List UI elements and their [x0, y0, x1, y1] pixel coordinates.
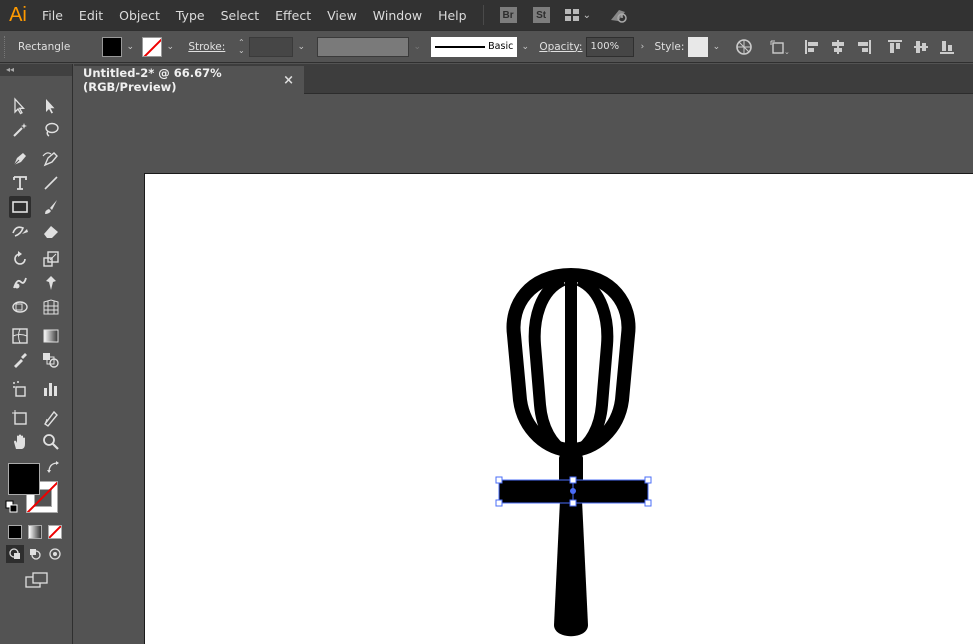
slice-icon[interactable] [40, 407, 62, 429]
opacity-field[interactable]: 100% [586, 36, 635, 57]
document-tab[interactable]: Untitled-2* @ 66.67% (RGB/Preview) × [74, 66, 304, 94]
brush-definition[interactable]: Basic [431, 36, 518, 57]
gradient-icon[interactable] [40, 325, 62, 347]
menu-select[interactable]: Select [213, 0, 268, 30]
curvature-icon[interactable] [40, 148, 62, 170]
svg-text:⌄: ⌄ [784, 48, 789, 56]
opacity-label[interactable]: Opacity: [539, 41, 582, 53]
fill-swatch[interactable] [102, 36, 123, 57]
bridge-button[interactable]: Br [499, 7, 517, 23]
align-middle-icon[interactable] [911, 37, 931, 57]
stroke-label[interactable]: Stroke: [188, 41, 225, 53]
default-fill-stroke-icon[interactable] [5, 500, 19, 514]
document-tab-bar: Untitled-2* @ 66.67% (RGB/Preview) × [74, 64, 973, 94]
chevron-down-icon[interactable]: ⌄ [122, 37, 138, 57]
stroke-swatch[interactable] [142, 36, 163, 57]
chevron-down-icon[interactable]: ⌄ [708, 37, 724, 57]
artboard-icon[interactable] [9, 407, 31, 429]
column-graph-icon[interactable] [40, 378, 62, 400]
chevron-down-icon: ⌄ [582, 9, 591, 21]
align-top-icon[interactable] [885, 37, 905, 57]
chevron-right-icon[interactable]: › [634, 37, 650, 57]
menu-type[interactable]: Type [168, 0, 213, 30]
chevron-down-icon[interactable]: ⌄ [162, 37, 178, 57]
brush-name: Basic [488, 41, 514, 52]
line-segment-icon[interactable] [40, 172, 62, 194]
recolor-artwork-icon[interactable] [734, 37, 754, 57]
shaper-icon[interactable] [9, 220, 31, 242]
screen-mode-icon[interactable] [24, 570, 50, 590]
menu-effect[interactable]: Effect [267, 0, 319, 30]
eyedropper-icon[interactable] [9, 349, 31, 371]
magic-wand-icon[interactable] [9, 119, 31, 141]
document-tab-title: Untitled-2* @ 66.67% (RGB/Preview) [83, 66, 222, 94]
color-mode-button[interactable] [8, 525, 22, 539]
mesh-icon[interactable] [9, 325, 31, 347]
align-right-icon[interactable] [854, 37, 874, 57]
puppet-warp-icon[interactable] [40, 272, 62, 294]
chevron-down-icon[interactable]: ⌄ [517, 37, 533, 57]
chevron-down-icon[interactable]: ⌄ [293, 37, 309, 57]
graphic-style-swatch[interactable] [688, 36, 709, 57]
stroke-weight-field[interactable] [249, 36, 294, 57]
zoom-icon[interactable] [40, 431, 62, 453]
symbol-sprayer-icon[interactable] [9, 378, 31, 400]
tool-name-label: Rectangle [18, 40, 71, 53]
rotate-icon[interactable] [9, 248, 31, 270]
paintbrush-icon[interactable] [40, 196, 62, 218]
control-bar: Rectangle ⌄ ⌄ Stroke: ⌃ ⌄ ⌄ ⌄ Basic ⌄ Opa… [0, 30, 973, 63]
menu-edit[interactable]: Edit [71, 0, 111, 30]
lasso-icon[interactable] [40, 119, 62, 141]
swap-fill-stroke-icon[interactable] [46, 460, 62, 476]
perspective-grid-icon[interactable] [40, 296, 62, 318]
menu-object[interactable]: Object [111, 0, 168, 30]
selection-icon[interactable] [9, 95, 31, 117]
menu-window[interactable]: Window [365, 0, 430, 30]
menu-bar: Ai File Edit Object Type Select Effect V… [0, 0, 973, 30]
style-label: Style: [654, 40, 685, 53]
stock-button[interactable]: St [532, 7, 550, 23]
menu-file[interactable]: File [34, 0, 71, 30]
scale-icon[interactable] [40, 248, 62, 270]
transform-options-icon[interactable]: ⌄ [769, 37, 789, 57]
hand-icon[interactable] [9, 431, 31, 453]
draw-normal-icon[interactable] [6, 545, 24, 563]
type-icon[interactable] [9, 172, 31, 194]
draw-inside-icon[interactable] [46, 545, 64, 563]
brush-stroke-preview [435, 45, 486, 48]
collapse-panel-icon[interactable]: ◂◂ [0, 64, 72, 76]
direct-selection-icon[interactable] [40, 95, 62, 117]
menu-help[interactable]: Help [430, 0, 475, 30]
tools-panel: ◂◂ [0, 64, 73, 644]
divider [482, 5, 484, 25]
variable-width-profile[interactable] [317, 36, 410, 57]
none-mode-button[interactable] [48, 525, 62, 539]
close-icon[interactable]: × [283, 73, 294, 88]
draw-behind-icon[interactable] [26, 545, 44, 563]
arrange-documents-icon[interactable]: ⌄ [564, 8, 591, 22]
blend-icon[interactable] [40, 349, 62, 371]
align-center-icon[interactable] [828, 37, 848, 57]
rectangle-icon[interactable] [9, 196, 31, 218]
stroke-stepper[interactable]: ⌃ ⌄ [233, 37, 249, 57]
artboard[interactable] [144, 173, 973, 644]
panel-grip[interactable] [4, 35, 8, 58]
align-bottom-icon[interactable] [937, 37, 957, 57]
gpu-performance-icon[interactable] [609, 5, 629, 25]
free-transform-icon[interactable] [9, 296, 31, 318]
warp-icon[interactable] [9, 272, 31, 294]
align-left-icon[interactable] [802, 37, 822, 57]
chevron-down-icon[interactable]: ⌄ [409, 37, 425, 57]
app-logo: Ai [9, 3, 27, 26]
eraser-icon[interactable] [40, 220, 62, 242]
pen-icon[interactable] [9, 148, 31, 170]
menu-view[interactable]: View [319, 0, 365, 30]
fill-color-swatch[interactable] [8, 463, 40, 495]
gradient-mode-button[interactable] [28, 525, 42, 539]
